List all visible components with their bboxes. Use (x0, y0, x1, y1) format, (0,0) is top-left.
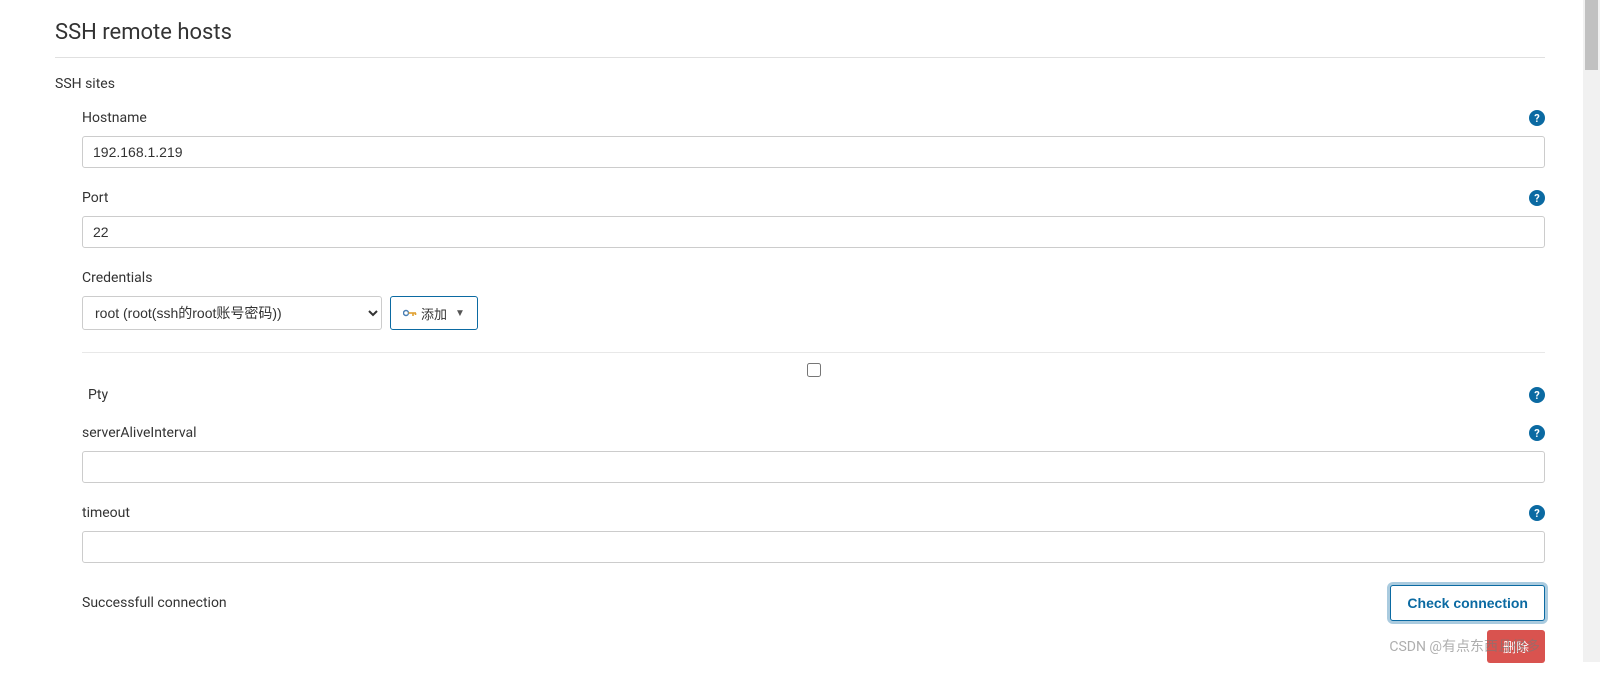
help-icon[interactable]: ? (1529, 505, 1545, 521)
pty-field: Pty ? (82, 387, 1545, 403)
section-divider (55, 57, 1545, 58)
ssh-remote-hosts-section: SSH remote hosts SSH sites Hostname ? Po… (0, 0, 1600, 681)
timeout-input[interactable] (82, 531, 1545, 563)
scrollbar-thumb[interactable] (1585, 0, 1598, 70)
credentials-select[interactable]: root (root(ssh的root账号密码)) (82, 296, 382, 330)
add-button-label: 添加 (421, 304, 447, 323)
credentials-label: Credentials (82, 270, 152, 286)
section-title: SSH remote hosts (55, 20, 1545, 45)
hostname-label: Hostname (82, 110, 147, 126)
help-icon[interactable]: ? (1529, 425, 1545, 441)
help-icon[interactable]: ? (1529, 110, 1545, 126)
port-field: Port ? (82, 190, 1545, 248)
port-label: Port (82, 190, 108, 206)
chevron-down-icon: ▼ (455, 308, 465, 319)
port-input[interactable] (82, 216, 1545, 248)
status-row: Successfull connection Check connection (82, 585, 1545, 621)
subsection-label: SSH sites (55, 76, 1545, 92)
server-alive-interval-field: serverAliveInterval ? (82, 425, 1545, 483)
help-icon[interactable]: ? (1529, 190, 1545, 206)
credentials-field: Credentials root (root(ssh的root账号密码)) (82, 270, 1545, 330)
add-credentials-button[interactable]: 添加 ▼ (390, 296, 478, 330)
scrollbar[interactable] (1583, 0, 1600, 662)
pty-checkbox-row (82, 352, 1545, 381)
delete-button[interactable]: 删除 (1487, 630, 1545, 663)
pty-checkbox[interactable] (807, 363, 821, 377)
server-alive-interval-label: serverAliveInterval (82, 425, 197, 441)
help-icon[interactable]: ? (1529, 387, 1545, 403)
connection-status: Successfull connection (82, 595, 227, 611)
hostname-input[interactable] (82, 136, 1545, 168)
server-alive-interval-input[interactable] (82, 451, 1545, 483)
hostname-field: Hostname ? (82, 110, 1545, 168)
timeout-label: timeout (82, 505, 130, 521)
timeout-field: timeout ? (82, 505, 1545, 563)
pty-label: Pty (88, 387, 108, 403)
check-connection-button[interactable]: Check connection (1390, 585, 1545, 621)
ssh-site-form: Hostname ? Port ? Credentials root (root… (82, 110, 1545, 621)
key-icon (403, 308, 417, 318)
